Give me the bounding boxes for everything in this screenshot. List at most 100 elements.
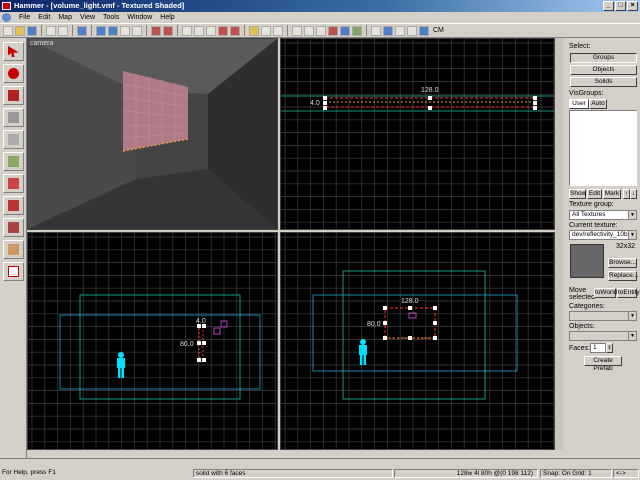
to-entity-button[interactable]: toEntity: [617, 288, 640, 298]
hollow-icon[interactable]: [230, 25, 240, 36]
entity-tool[interactable]: [3, 108, 24, 127]
open-icon[interactable]: [15, 25, 25, 36]
visgroup-edit-button[interactable]: Edit: [587, 189, 602, 199]
menu-file[interactable]: File: [15, 12, 34, 23]
tool-h-icon[interactable]: [383, 25, 393, 36]
visgroup-show-button[interactable]: Show: [569, 189, 586, 199]
selection-tool[interactable]: [3, 42, 24, 61]
tool-d-icon[interactable]: [328, 25, 338, 36]
texture-size: 32x32: [616, 243, 636, 250]
texture-tool[interactable]: [3, 152, 24, 171]
tool-b-icon[interactable]: [304, 25, 314, 36]
menu-window[interactable]: Window: [123, 12, 156, 23]
create-prefab-button[interactable]: Create Prefab: [584, 356, 622, 372]
camera-icon: [8, 90, 19, 101]
decal-tool[interactable]: [3, 196, 24, 215]
top-height-label: 4.0: [310, 100, 320, 107]
viewport-vertical-scrollbar[interactable]: [555, 38, 563, 450]
paste-icon[interactable]: [206, 25, 216, 36]
document-icon[interactable]: [2, 13, 11, 22]
visgroup-up-button[interactable]: ↑: [623, 189, 630, 199]
select-all-icon[interactable]: [273, 25, 283, 36]
wireframe-icon[interactable]: [96, 25, 106, 36]
tool-j-icon[interactable]: [407, 25, 417, 36]
side-view-scrollbar[interactable]: [27, 450, 278, 458]
faces-spinner[interactable]: ⇕: [606, 343, 613, 353]
select-objects-button[interactable]: Objects: [570, 65, 637, 75]
select-solids-button[interactable]: Solids: [570, 77, 637, 87]
current-texture-label: Current texture:: [569, 222, 618, 229]
current-texture-select[interactable]: dev/reflectivity_10b ▼: [569, 230, 637, 240]
move-selected-label: Move selected: [569, 287, 596, 301]
camera-tool[interactable]: [3, 86, 24, 105]
apply-texture-icon: [8, 178, 19, 189]
tool-f-icon[interactable]: [352, 25, 362, 36]
minimize-button[interactable]: _: [603, 1, 614, 11]
visgroups-list[interactable]: [569, 110, 637, 186]
carve-icon[interactable]: [218, 25, 228, 36]
to-world-button[interactable]: toWorld: [594, 288, 617, 298]
block-tool[interactable]: [3, 130, 24, 149]
magnify-tool[interactable]: [3, 64, 24, 83]
camera-viewport[interactable]: camera: [27, 38, 278, 230]
objects-label: Objects:: [569, 323, 595, 330]
object-panel: Select: Groups Objects Solids VisGroups:…: [564, 38, 640, 458]
save-icon[interactable]: [27, 25, 37, 36]
vertex-tool[interactable]: [3, 240, 24, 259]
texture-group-label: Texture group:: [569, 201, 614, 208]
apply-texture-tool[interactable]: [3, 174, 24, 193]
clip-icon: [8, 222, 19, 233]
close-button[interactable]: ×: [627, 1, 638, 11]
toggle-group-ignore-icon[interactable]: [261, 25, 271, 36]
clip-tool[interactable]: [3, 218, 24, 237]
menu-bar: File Edit Map View Tools Window Help: [0, 12, 640, 23]
select-groups-button[interactable]: Groups: [570, 53, 637, 63]
menu-tools[interactable]: Tools: [99, 12, 123, 23]
texture-group-select[interactable]: All Textures ▼: [569, 210, 637, 220]
copy-icon[interactable]: [194, 25, 204, 36]
cut-icon[interactable]: [182, 25, 192, 36]
cm-label[interactable]: CM: [433, 27, 444, 34]
textured-icon[interactable]: [120, 25, 130, 36]
undo-icon[interactable]: [46, 25, 56, 36]
status-help: For Help, press F1: [2, 469, 56, 476]
menu-view[interactable]: View: [76, 12, 99, 23]
grid-icon[interactable]: [132, 25, 142, 36]
arrow-down-icon: ↓: [631, 190, 636, 197]
tool-g-icon[interactable]: [371, 25, 381, 36]
entity-icon: [8, 112, 19, 123]
ungroup-icon[interactable]: [163, 25, 173, 36]
texture-lock-icon[interactable]: [249, 25, 259, 36]
texture-group-value: All Textures: [572, 211, 606, 218]
tool-e-icon[interactable]: [340, 25, 350, 36]
tool-i-icon[interactable]: [395, 25, 405, 36]
toolbar-separator: [244, 25, 245, 36]
menu-help[interactable]: Help: [156, 12, 178, 23]
tool-k-icon[interactable]: [419, 25, 429, 36]
toolbar-separator: [72, 25, 73, 36]
menu-edit[interactable]: Edit: [34, 12, 54, 23]
tool-a-icon[interactable]: [292, 25, 302, 36]
visgroup-tab-auto[interactable]: Auto: [589, 99, 607, 109]
group-icon[interactable]: [151, 25, 161, 36]
path-tool[interactable]: [3, 262, 24, 281]
replace-button[interactable]: Replace...: [608, 271, 638, 281]
front-view-scrollbar[interactable]: [280, 450, 555, 458]
objects-select[interactable]: ▼: [569, 331, 637, 341]
new-icon[interactable]: [3, 25, 13, 36]
flat-icon[interactable]: [108, 25, 118, 36]
top-viewport[interactable]: 128.0 4.0: [280, 38, 555, 230]
tool-c-icon[interactable]: [316, 25, 326, 36]
front-viewport[interactable]: 128.0 80.0: [280, 232, 555, 450]
redo-icon[interactable]: [58, 25, 68, 36]
visgroup-down-button[interactable]: ↓: [630, 189, 637, 199]
visgroup-mark-button[interactable]: Mark: [603, 189, 621, 199]
faces-input[interactable]: 1: [590, 343, 606, 353]
menu-map[interactable]: Map: [54, 12, 76, 23]
visgroup-tab-user[interactable]: User: [569, 99, 589, 109]
browse-button[interactable]: Browse...: [608, 258, 637, 268]
run-map-icon[interactable]: [77, 25, 87, 36]
side-viewport[interactable]: 4.0 80.0: [27, 232, 278, 450]
categories-select[interactable]: ▼: [569, 311, 637, 321]
maximize-button[interactable]: □: [615, 1, 626, 11]
